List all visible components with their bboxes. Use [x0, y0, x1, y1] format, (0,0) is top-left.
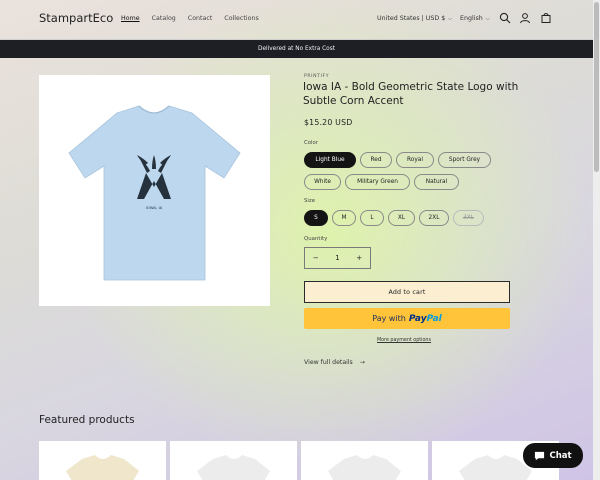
nav-contact[interactable]: Contact: [188, 15, 213, 22]
language-selector[interactable]: English ⌵: [460, 15, 490, 22]
tshirt-image: IOWA, IA: [68, 105, 241, 281]
announcement-text: Delivered at No Extra Cost: [257, 46, 336, 52]
cart-icon[interactable]: [540, 12, 552, 24]
nav-home[interactable]: Home: [121, 15, 140, 22]
paypal-logo-pal: Pal: [426, 313, 442, 324]
featured-product-card[interactable]: [301, 441, 428, 480]
quantity-input[interactable]: 1: [327, 254, 349, 262]
color-option-sport-grey[interactable]: Sport Grey: [438, 152, 491, 168]
chat-button[interactable]: Chat: [523, 443, 583, 468]
currency-selector[interactable]: United States | USD $ ⌵: [377, 15, 452, 22]
nav-catalog[interactable]: Catalog: [152, 15, 176, 22]
size-option-s[interactable]: S: [304, 210, 328, 226]
paypal-prefix: Pay with: [372, 314, 406, 323]
decrease-button[interactable]: −: [305, 254, 327, 262]
size-option-3xl[interactable]: 3XL: [453, 210, 484, 226]
page-scrollbar[interactable]: [593, 0, 600, 480]
product-price: $15.20 USD: [304, 118, 353, 127]
quantity-label: Quantity: [304, 236, 328, 242]
size-option-l[interactable]: L: [360, 210, 384, 226]
color-label: Color: [304, 140, 319, 146]
product-image[interactable]: IOWA, IA: [39, 75, 270, 306]
featured-product-card[interactable]: [170, 441, 297, 480]
more-payment-options-link[interactable]: More payment options: [377, 338, 431, 343]
tshirt-thumbnail: [197, 455, 270, 480]
store-logo[interactable]: StampartEco: [39, 11, 113, 25]
size-option-xl[interactable]: XL: [388, 210, 415, 226]
color-option-natural[interactable]: Natural: [414, 174, 459, 190]
size-label: Size: [304, 198, 316, 204]
color-option-light-blue[interactable]: Light Blue: [304, 152, 356, 168]
paypal-logo-pay: Pay: [408, 313, 427, 324]
arrow-right-icon: →: [359, 359, 365, 366]
chevron-down-icon: ⌵: [448, 16, 453, 22]
shirt-caption: IOWA, IA: [146, 205, 163, 210]
chat-label: Chat: [549, 450, 572, 461]
main-nav: Home Catalog Contact Collections: [121, 15, 271, 22]
size-option-m[interactable]: M: [332, 210, 356, 226]
color-option-royal[interactable]: Royal: [396, 152, 434, 168]
paypal-button[interactable]: Pay with Pay Pal: [304, 308, 510, 329]
nav-collections[interactable]: Collections: [224, 15, 258, 22]
product-vendor: PRINTIFY: [304, 74, 330, 79]
color-option-white[interactable]: White: [304, 174, 341, 190]
color-option-red[interactable]: Red: [360, 152, 392, 168]
announcement-bar: Delivered at No Extra Cost: [0, 40, 593, 58]
featured-heading: Featured products: [39, 414, 135, 426]
chat-bubble-icon: [535, 451, 545, 461]
size-option-2xl[interactable]: 2XL: [419, 210, 449, 226]
language-label: English: [460, 15, 483, 22]
view-full-details-label: View full details: [304, 359, 353, 366]
quantity-stepper: − 1 +: [304, 247, 371, 269]
scrollbar-thumb[interactable]: [594, 2, 599, 172]
color-option-military-green[interactable]: Military Green: [345, 174, 410, 190]
account-icon[interactable]: [519, 12, 531, 24]
tshirt-thumbnail: [328, 455, 401, 480]
chevron-down-icon: ⌵: [485, 16, 490, 22]
product-title: Iowa IA - Bold Geometric State Logo with…: [303, 81, 519, 107]
search-icon[interactable]: [499, 12, 511, 24]
tshirt-thumbnail: [66, 455, 139, 480]
add-to-cart-button[interactable]: Add to cart: [304, 281, 510, 303]
featured-product-card[interactable]: [39, 441, 166, 480]
increase-button[interactable]: +: [348, 254, 370, 262]
view-full-details-link[interactable]: View full details →: [304, 359, 365, 366]
currency-label: United States | USD $: [377, 15, 446, 22]
